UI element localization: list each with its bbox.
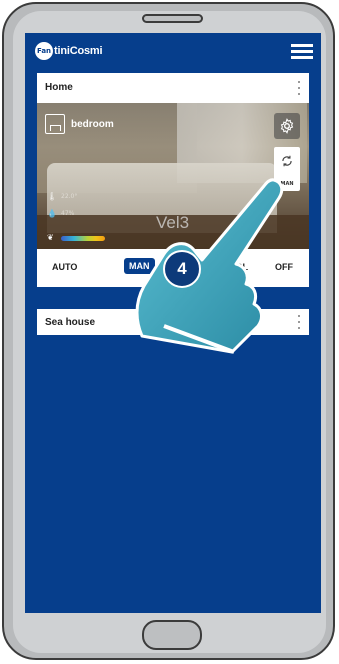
- temperature-value: 22.0°: [61, 193, 78, 200]
- thermometer-icon: 🌡: [47, 192, 58, 201]
- phone-home-button[interactable]: [142, 620, 202, 650]
- hamburger-menu-icon[interactable]: [291, 44, 313, 60]
- sea-house-card-title: Sea house: [45, 317, 96, 328]
- brand-name: tiniCosmi: [54, 45, 103, 57]
- mode-switch-icon: [282, 155, 292, 167]
- home-card-title: Home: [45, 82, 73, 93]
- room-label: bedroom: [45, 114, 114, 134]
- phone-speaker: [142, 14, 203, 23]
- temperature-readout: 🌡 22.0°: [47, 192, 77, 201]
- leaf-icon: ❦: [47, 233, 54, 242]
- bed-icon: [45, 114, 65, 134]
- app-bar: Fan tiniCosmi: [25, 33, 321, 67]
- phone-mockup: Fan tiniCosmi Home bedroom MAN 🌡 22.0° 💧…: [0, 0, 339, 664]
- room-name: bedroom: [71, 118, 114, 130]
- more-options-icon[interactable]: [297, 315, 301, 329]
- droplet-icon: 💧: [47, 209, 57, 218]
- home-card-header[interactable]: Home: [37, 73, 309, 103]
- brand-mark: Fan: [35, 42, 53, 60]
- mode-tab-auto[interactable]: AUTO: [52, 262, 77, 272]
- more-options-icon[interactable]: [297, 81, 301, 95]
- humidity-value: 47%: [61, 210, 75, 217]
- pointing-hand-illustration: [135, 178, 284, 354]
- brand-logo: Fan tiniCosmi: [35, 42, 103, 60]
- gear-icon[interactable]: [274, 113, 300, 139]
- comfort-scale-bar: [61, 236, 105, 241]
- step-number-badge: 4: [163, 250, 201, 288]
- humidity-readout: 💧 47%: [47, 209, 74, 218]
